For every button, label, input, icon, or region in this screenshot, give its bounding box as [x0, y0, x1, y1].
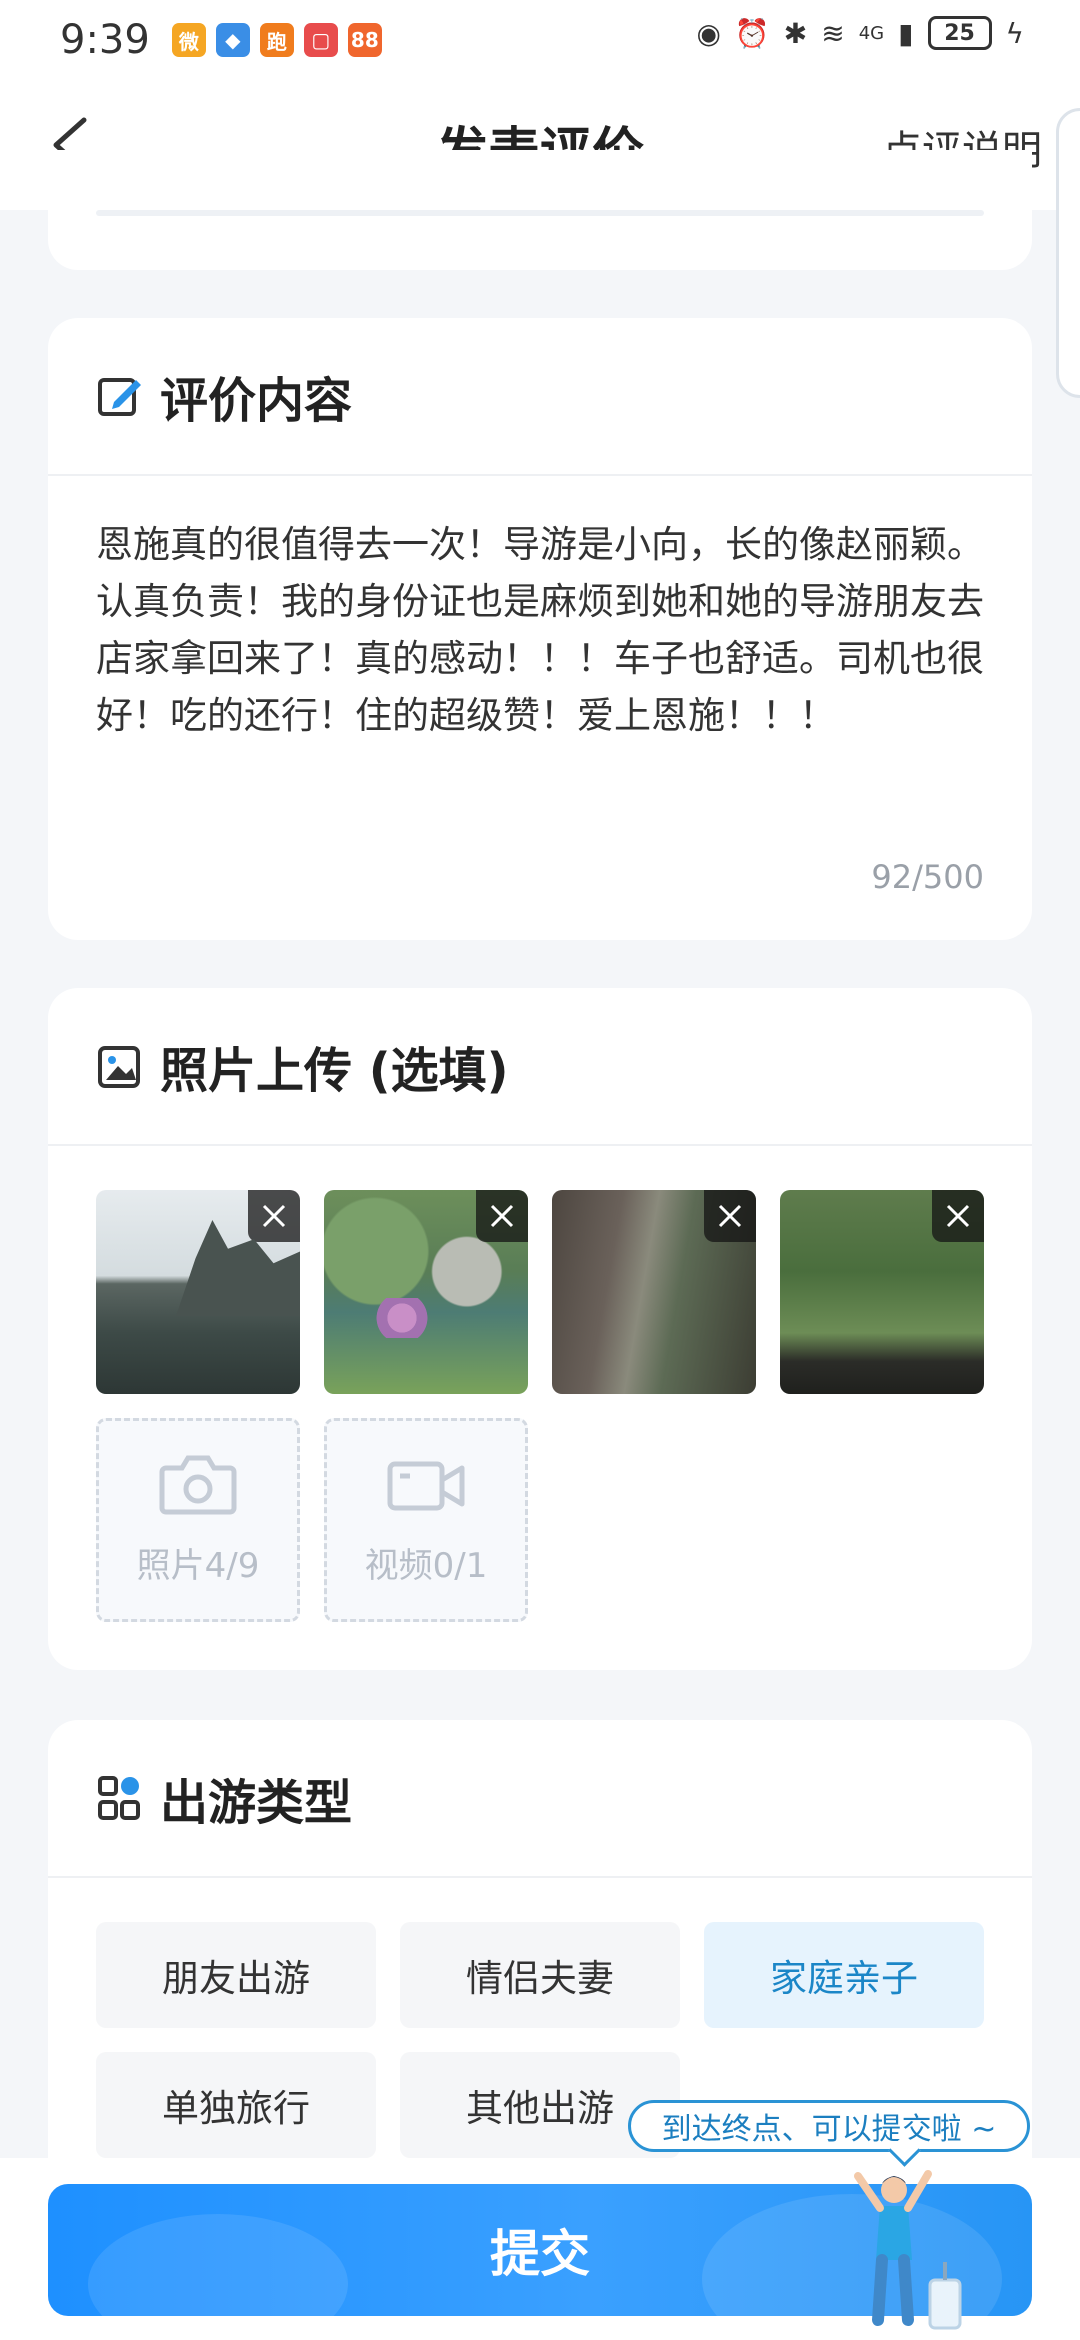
notes-app-icon: ▢ [303, 23, 338, 57]
review-section-title: 评价内容 [160, 373, 353, 429]
photo-thumbnail-flowers[interactable] [324, 1190, 528, 1394]
battery-icon: 25 [927, 16, 992, 50]
weibo-app-icon: 微 [171, 23, 206, 57]
close-icon [262, 1204, 286, 1228]
previous-section-card [48, 150, 1032, 270]
status-bar: 9:39 微 ◆ 跑 ▢ 88 ◉ ⏰ ✱ ≋ 4G ▮ 25 ϟ [0, 0, 1080, 80]
side-edge-handle[interactable] [1056, 108, 1080, 398]
status-time: 9:39 [60, 17, 150, 63]
trip-type-option-couple[interactable]: 情侣夫妻 [400, 1922, 680, 2028]
remove-photo-button[interactable] [932, 1190, 984, 1242]
bluetooth-icon: ✱ [783, 16, 808, 50]
edit-icon [96, 372, 144, 420]
photo-section-header: 照片上传 (选填) [48, 988, 1032, 1146]
photo-thumbnail-river[interactable] [96, 1190, 300, 1394]
add-photo-button[interactable]: 照片4/9 [96, 1418, 300, 1622]
add-photo-label: 照片4/9 [136, 1545, 260, 1586]
photo-thumbnail-canyon[interactable] [552, 1190, 756, 1394]
trip-type-option-solo[interactable]: 单独旅行 [96, 2052, 376, 2158]
image-icon [96, 1042, 144, 1090]
status-app-icons: 微 ◆ 跑 ▢ 88 [171, 23, 382, 57]
video-camera-icon [387, 1461, 465, 1510]
photo-upload-card: 照片上传 (选填) 照片4/9 视频0/1 [48, 988, 1032, 1670]
review-content-card: 评价内容 恩施真的很值得去一次！导游是小向，长的像赵丽颖。认真负责！我的身份证也… [48, 318, 1032, 940]
trip-type-option-family[interactable]: 家庭亲子 [704, 1922, 984, 2028]
trip-type-header: 出游类型 [48, 1720, 1032, 1878]
network-label: 4G [858, 22, 885, 44]
charging-icon: ϟ [1005, 16, 1024, 50]
submit-label: 提交 [490, 2225, 590, 2283]
photo-thumbnail-waterfall[interactable] [780, 1190, 984, 1394]
traveler-mascot-icon [854, 2170, 962, 2330]
char-counter: 92/500 [871, 858, 984, 896]
status-indicators: ◉ ⏰ ✱ ≋ 4G ▮ 25 ϟ [696, 16, 1024, 50]
browser-app-icon: ◆ [215, 23, 250, 57]
close-icon [490, 1204, 514, 1228]
trip-type-title: 出游类型 [160, 1775, 353, 1831]
trip-type-option-friends[interactable]: 朋友出游 [96, 1922, 376, 2028]
remove-photo-button[interactable] [248, 1190, 300, 1242]
review-section-header: 评价内容 [48, 318, 1032, 476]
divider-line [96, 210, 984, 216]
close-icon [718, 1204, 742, 1228]
photo-grid: 照片4/9 视频0/1 [96, 1190, 996, 1622]
apps-grid-icon: 88 [347, 23, 382, 57]
close-icon [946, 1204, 970, 1228]
remove-photo-button[interactable] [476, 1190, 528, 1242]
sport-app-icon: 跑 [259, 23, 294, 57]
category-grid-icon [96, 1774, 144, 1822]
camera-icon [159, 1455, 237, 1514]
alarm-icon: ⏰ [734, 16, 770, 50]
eye-icon: ◉ [696, 16, 721, 50]
add-video-label: 视频0/1 [364, 1545, 488, 1586]
photo-section-title: 照片上传 (选填) [160, 1043, 509, 1099]
wifi-icon: ≋ [821, 16, 845, 50]
review-textarea[interactable]: 恩施真的很值得去一次！导游是小向，长的像赵丽颖。认真负责！我的身份证也是麻烦到她… [96, 516, 996, 744]
add-video-button[interactable]: 视频0/1 [324, 1418, 528, 1622]
submit-tip-bubble: 到达终点、可以提交啦 ~ [628, 2100, 1030, 2152]
remove-photo-button[interactable] [704, 1190, 756, 1242]
signal-icon: ▮ [898, 16, 914, 50]
